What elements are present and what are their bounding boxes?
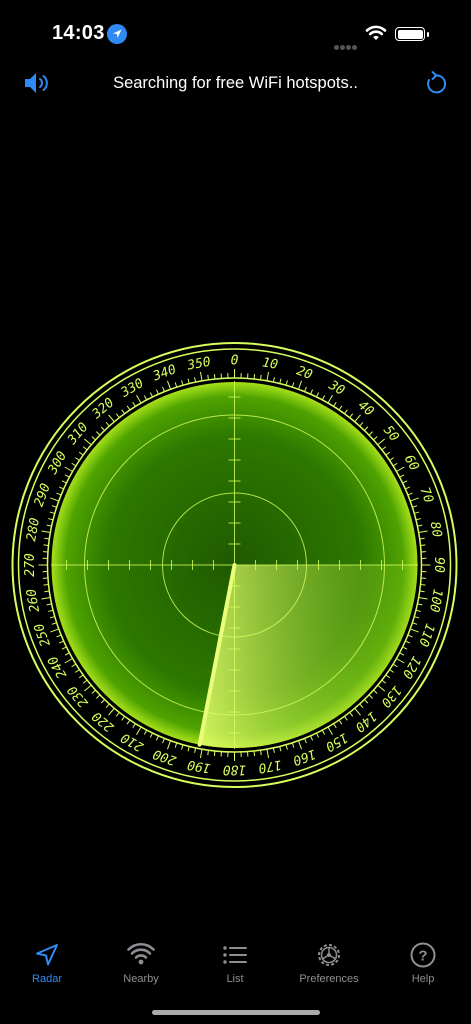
cellular-signal-icon xyxy=(334,37,358,55)
radar-display: 0 10 2030405060708090100110120130140150160… xyxy=(11,342,458,788)
tab-label: Radar xyxy=(32,973,62,985)
wifi-status-icon xyxy=(365,25,387,40)
bezel-tick xyxy=(207,750,209,756)
status-bar: 14:03 xyxy=(0,0,471,60)
heading-label: 10 xyxy=(261,355,279,373)
tab-label: Help xyxy=(411,973,435,985)
tab-list[interactable]: List xyxy=(188,935,282,985)
heading-label: 0 xyxy=(231,354,239,369)
tab-label: Preferences xyxy=(299,973,359,985)
svg-text:?: ? xyxy=(418,948,427,965)
gear-icon xyxy=(318,944,340,966)
question-icon: ? xyxy=(410,942,436,968)
bezel-tick xyxy=(419,537,425,540)
heading-label: 270 xyxy=(23,553,38,577)
heading-label: 90 xyxy=(431,557,446,573)
bezel-tick xyxy=(253,373,256,380)
bezel-tick xyxy=(213,750,216,757)
navigation-bar: Searching for free WiFi hotspots.. xyxy=(0,62,471,106)
tab-bar: Radar Nearby List Preferences ? Help xyxy=(0,935,471,995)
bezel-tick xyxy=(213,373,216,380)
bezel-tick xyxy=(207,374,209,380)
page-title: Searching for free WiFi hotspots.. xyxy=(113,74,358,92)
bezel-tick xyxy=(253,750,256,757)
bezel-tick xyxy=(260,750,262,756)
wifi-icon xyxy=(127,942,155,965)
bezel-tick xyxy=(43,584,49,586)
list-icon xyxy=(223,946,247,964)
home-indicator xyxy=(152,1010,320,1015)
refresh-icon[interactable] xyxy=(423,70,449,98)
tab-radar[interactable]: Radar xyxy=(0,935,94,985)
heading-label: 180 xyxy=(223,762,247,777)
bezel-tick xyxy=(44,590,50,593)
bezel-tick xyxy=(260,374,262,380)
tab-nearby[interactable]: Nearby xyxy=(94,935,188,985)
bezel-tick xyxy=(420,544,426,546)
bezel-tick xyxy=(420,584,426,586)
navigation-arrow-icon xyxy=(36,944,58,966)
tab-label: Nearby xyxy=(123,973,159,985)
bezel-tick xyxy=(43,544,49,546)
heading-label: 80 xyxy=(427,521,445,539)
bezel-tick xyxy=(44,537,50,540)
tab-help[interactable]: ? Help xyxy=(376,935,470,985)
tab-label: List xyxy=(226,973,244,985)
battery-tip xyxy=(427,32,429,37)
status-time: 14:03 xyxy=(52,22,105,44)
location-arrow-icon xyxy=(107,24,127,44)
battery-icon xyxy=(395,27,425,41)
bezel-tick xyxy=(419,590,425,593)
tab-preferences[interactable]: Preferences xyxy=(282,935,376,985)
